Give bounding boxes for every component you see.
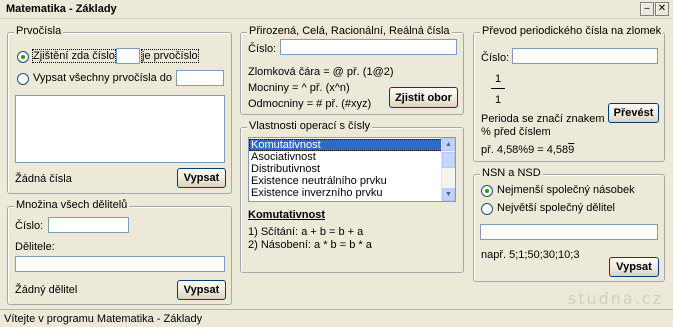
operations-list-item[interactable]: Existence neutrálního prvku — [249, 175, 455, 187]
periodic-example-period: 9 — [568, 144, 575, 156]
divisors-number-label: Číslo: — [15, 220, 44, 232]
gcd-label[interactable]: Největší společný dělitel — [497, 202, 615, 214]
operations-legend: Vlastnosti operací s čísly — [247, 120, 373, 132]
status-text: Vítejte v programu Matematika - Základy — [4, 313, 203, 325]
periodic-example: př. 4,58%9 = 4,589 — [481, 144, 574, 156]
scroll-up-icon[interactable]: ▲ — [442, 138, 455, 151]
operations-detail-line1: 1) Sčítání: a + b = b + a — [248, 226, 364, 238]
domain-number-label: Číslo: — [248, 43, 277, 55]
fraction-line — [491, 88, 505, 89]
domain-legend: Přirozená, Celá, Racionální, Reálná čísl… — [247, 25, 452, 37]
scroll-thumb[interactable] — [442, 152, 455, 168]
divisors-legend: Množina všech dělitelů — [14, 199, 130, 211]
gcd-lcm-example: např. 5;1;50;30;10;3 — [481, 249, 580, 261]
gcd-lcm-input[interactable] — [480, 224, 658, 240]
divisors-number-input[interactable] — [48, 217, 129, 233]
operations-detail-title: Komutativnost — [248, 209, 325, 221]
lcm-label[interactable]: Nejmenší společný násobek — [497, 184, 635, 196]
prime-list-label[interactable]: Vypsat všechny prvočísla do — [33, 72, 172, 84]
gcd-lcm-list-button[interactable]: Vypsat — [609, 257, 659, 277]
prime-list-radio[interactable] — [17, 73, 29, 85]
domain-number-input[interactable] — [280, 39, 457, 55]
operations-listbox[interactable]: Komutativnost Asociativnost Distributivnos… — [248, 137, 456, 202]
operations-detail-line2: 2) Násobení: a * b = b * a — [248, 239, 372, 251]
prime-check-input[interactable] — [116, 48, 140, 64]
prime-list-button[interactable]: Vypsat — [177, 168, 226, 188]
periodic-example-text: př. 4,58%9 = 4,58 — [481, 144, 569, 156]
divisors-empty-text: Žádný dělitel — [15, 284, 78, 296]
determine-domain-button[interactable]: Zjistit obor — [389, 87, 458, 108]
periodic-number-input[interactable] — [512, 48, 658, 64]
operations-list-item[interactable]: Distributivnost — [249, 163, 455, 175]
divisors-output[interactable] — [15, 256, 225, 272]
prime-legend: Prvočísla — [14, 25, 64, 37]
periodic-note: Perioda se značí znakem % před číslem — [481, 113, 605, 138]
gcd-lcm-legend: NSN a NSD — [480, 167, 543, 179]
title-bar: Matematika - Základy – ✕ — [0, 0, 673, 19]
prime-check-radio[interactable] — [17, 51, 29, 63]
gcd-radio[interactable] — [481, 203, 493, 215]
operations-scrollbar[interactable]: ▲ ▼ — [441, 138, 455, 201]
prime-empty-text: Žádná čísla — [15, 173, 72, 185]
close-button[interactable]: ✕ — [655, 2, 669, 16]
domain-hint-power: Mocniny = ^ př. (x^n) — [248, 82, 350, 94]
status-bar: Vítejte v programu Matematika - Základy — [0, 309, 673, 327]
divisors-label: Dělitele: — [15, 241, 55, 253]
prime-check-label[interactable]: Zjištění zda číslo — [32, 49, 116, 63]
operations-list-item[interactable]: Komutativnost — [249, 139, 455, 151]
fraction-denominator: 1 — [495, 94, 502, 106]
lcm-radio[interactable] — [481, 185, 493, 197]
prime-list-input[interactable] — [176, 70, 224, 86]
watermark: studna.cz — [567, 289, 663, 308]
domain-hint-fraction: Zlomková čára = @ př. (1@2) — [248, 66, 394, 78]
operations-list-item[interactable]: Asociativnost — [249, 151, 455, 163]
scroll-down-icon[interactable]: ▼ — [442, 188, 455, 201]
prime-output-box[interactable] — [15, 95, 225, 163]
window-title: Matematika - Základy — [6, 3, 117, 15]
prime-check-suffix: je prvočíslo — [141, 49, 199, 63]
domain-hint-root: Odmocniny = # př. (#xyz) — [248, 98, 372, 110]
convert-button[interactable]: Převést — [608, 103, 659, 123]
periodic-number-label: Číslo: — [481, 52, 510, 64]
periodic-legend: Převod periodického čísla na zlomek — [480, 25, 664, 37]
minimize-button[interactable]: – — [640, 2, 654, 16]
minimize-icon: – — [644, 3, 650, 14]
operations-list-item[interactable]: Existence inverzního prvku — [249, 187, 455, 199]
fraction-numerator: 1 — [495, 73, 502, 85]
divisors-list-button[interactable]: Vypsat — [177, 280, 226, 300]
close-icon: ✕ — [657, 3, 667, 14]
